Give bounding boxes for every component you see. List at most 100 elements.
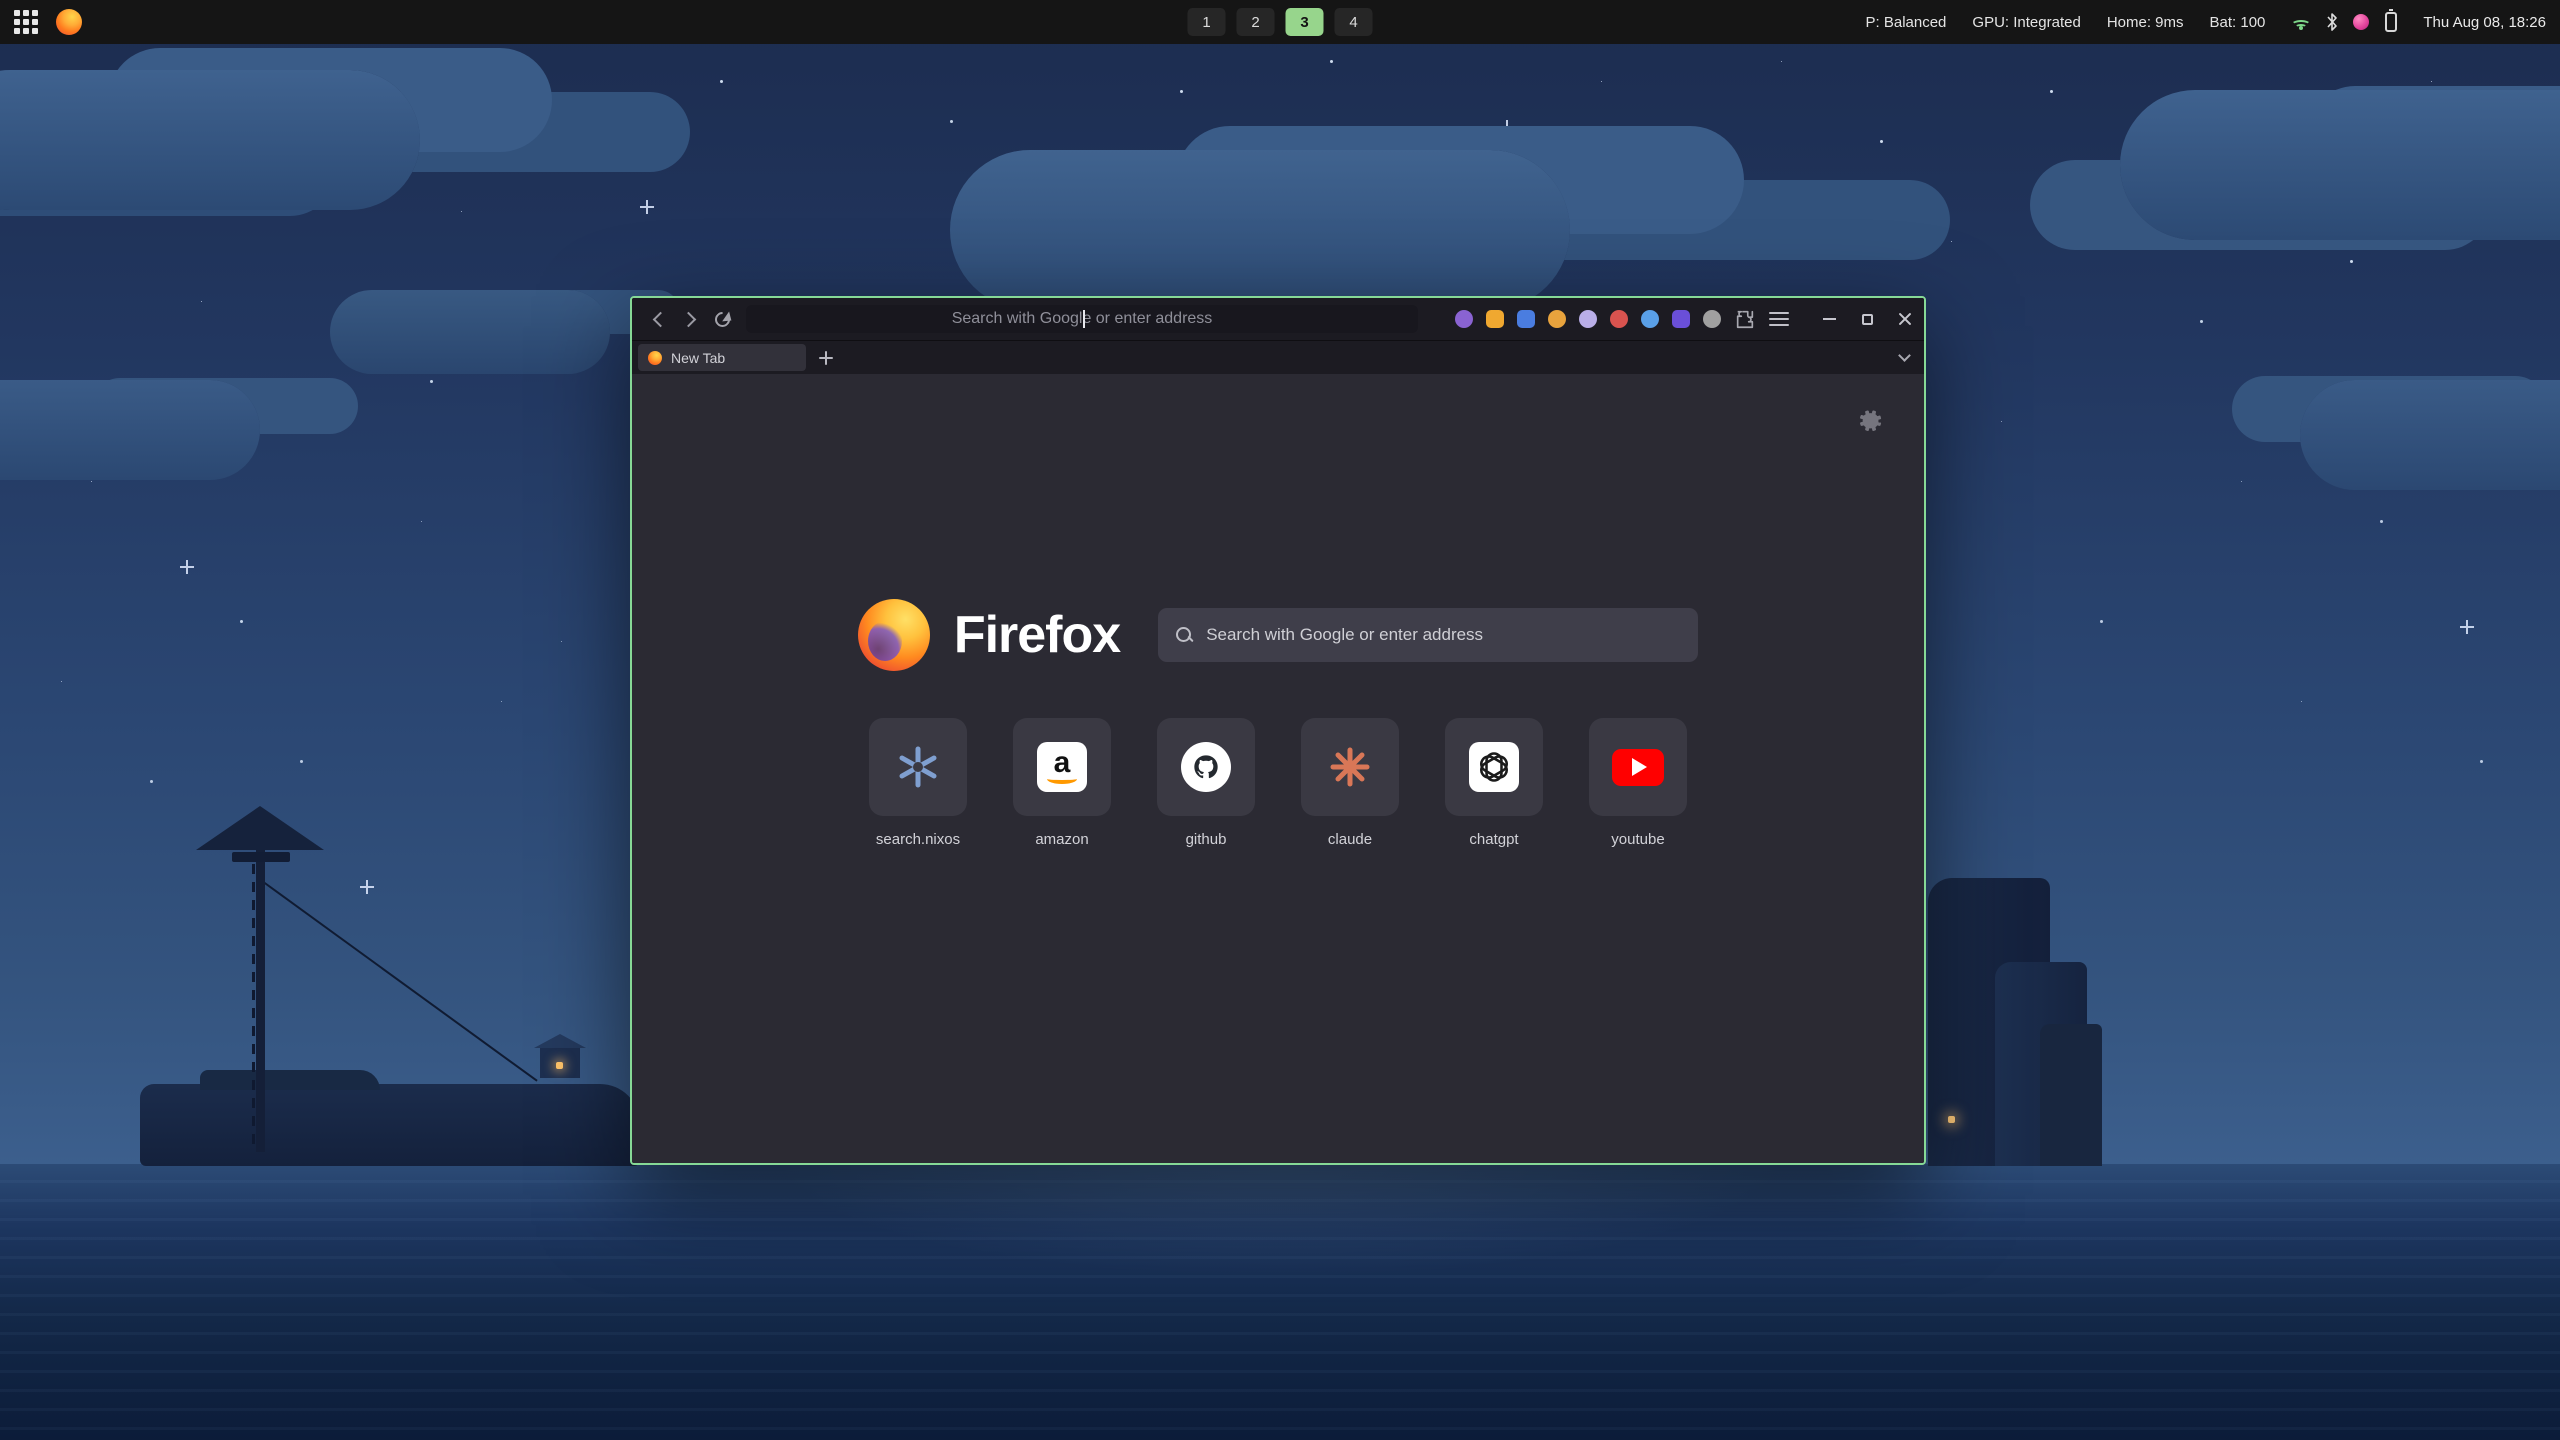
tile-label: search.nixos (876, 831, 960, 848)
play-icon (1632, 758, 1647, 776)
text-caret (1083, 310, 1085, 328)
tile-card[interactable] (1301, 718, 1399, 816)
forward-icon (680, 311, 696, 327)
shortcut-chatgpt[interactable]: chatgpt (1445, 718, 1543, 848)
forward-button[interactable] (674, 303, 706, 335)
tile-card[interactable] (1589, 718, 1687, 816)
statusbar-right: P: Balanced GPU: Integrated Home: 9ms Ba… (1866, 12, 2546, 32)
extension-icon-2[interactable] (1486, 310, 1504, 328)
gpu-module: GPU: Integrated (1972, 14, 2080, 31)
extension-icon-3[interactable] (1517, 310, 1535, 328)
tab-title: New Tab (671, 350, 725, 366)
firefox-favicon (648, 351, 662, 365)
search-placeholder: Search with Google or enter address (1206, 625, 1483, 645)
cloud (330, 290, 610, 374)
extension-icon-1[interactable] (1455, 310, 1473, 328)
youtube-icon (1612, 749, 1664, 786)
chatgpt-icon (1469, 742, 1519, 792)
battery-module: Bat: 100 (2210, 14, 2266, 31)
extension-icon-4[interactable] (1548, 310, 1566, 328)
watchtower-pole (256, 842, 265, 1152)
shortcut-amazon[interactable]: a amazon (1013, 718, 1111, 848)
tile-label: claude (1328, 831, 1372, 848)
network-icon[interactable] (2291, 14, 2311, 30)
clock: Thu Aug 08, 18:26 (2423, 14, 2546, 31)
nixos-snowflake-icon (895, 744, 941, 790)
workspace-4[interactable]: 4 (1335, 8, 1373, 36)
window-controls (1820, 310, 1914, 328)
amazon-letter: a (1054, 750, 1071, 776)
app-launcher-icon[interactable] (14, 10, 38, 34)
cloud (0, 70, 420, 210)
tile-card[interactable] (1445, 718, 1543, 816)
search-icon (1176, 627, 1192, 643)
rock-light (1948, 1116, 1955, 1123)
tile-card[interactable] (1157, 718, 1255, 816)
list-all-tabs-button[interactable] (1890, 344, 1918, 372)
tile-label: youtube (1611, 831, 1664, 848)
status-bar: 1 2 3 4 P: Balanced GPU: Integrated Home… (0, 0, 2560, 44)
tile-label: amazon (1035, 831, 1088, 848)
workspace-3-active[interactable]: 3 (1286, 8, 1324, 36)
navigation-toolbar: Search with Google or enter address (632, 298, 1924, 340)
reload-icon (711, 308, 732, 329)
power-profile-module: P: Balanced (1866, 14, 1947, 31)
cloud (2120, 90, 2560, 240)
firefox-logo (858, 599, 930, 671)
star-sparkle (1500, 120, 1514, 134)
urlbar-placeholder: Search with Google or enter address (952, 310, 1213, 328)
extension-icon-5[interactable] (1579, 310, 1597, 328)
shortcut-claude[interactable]: claude (1301, 718, 1399, 848)
shortcut-tiles: search.nixos a amazon (869, 718, 1687, 848)
amazon-icon: a (1037, 742, 1087, 792)
extension-icon-7[interactable] (1641, 310, 1659, 328)
back-button[interactable] (642, 303, 674, 335)
tile-label: github (1186, 831, 1227, 848)
tile-card[interactable]: a (1013, 718, 1111, 816)
workspace-switcher: 1 2 3 4 (1188, 0, 1373, 44)
extension-icon-6[interactable] (1610, 310, 1628, 328)
cloud (2300, 380, 2560, 490)
github-octocat-icon (1181, 742, 1231, 792)
tile-card[interactable] (869, 718, 967, 816)
battery-icon (2385, 12, 2397, 32)
back-icon (652, 311, 668, 327)
tile-label: chatgpt (1469, 831, 1518, 848)
extensions-puzzle-icon[interactable] (1734, 308, 1756, 330)
close-button[interactable] (1896, 310, 1914, 328)
shortcut-youtube[interactable]: youtube (1589, 718, 1687, 848)
tab-bar: New Tab (632, 340, 1924, 374)
workspace-2[interactable]: 2 (1237, 8, 1275, 36)
ping-module: Home: 9ms (2107, 14, 2184, 31)
cloud (0, 380, 260, 480)
cloud (950, 150, 1570, 310)
shortcut-search-nixos[interactable]: search.nixos (869, 718, 967, 848)
app-menu-icon[interactable] (1769, 312, 1789, 326)
reload-button[interactable] (706, 303, 738, 335)
new-tab-button[interactable] (812, 344, 840, 372)
newtab-hero: Firefox Search with Google or enter addr… (858, 599, 1698, 671)
star-sparkle (640, 200, 654, 214)
watchtower-ladder (252, 864, 255, 1144)
newtab-search-field[interactable]: Search with Google or enter address (1158, 608, 1698, 662)
url-bar[interactable]: Search with Google or enter address (746, 305, 1418, 333)
firefox-wordmark: Firefox (954, 605, 1120, 665)
bluetooth-icon[interactable] (2327, 13, 2337, 31)
extension-icon-8[interactable] (1672, 310, 1690, 328)
firefox-window: Search with Google or enter address (630, 296, 1926, 1165)
workspace-1[interactable]: 1 (1188, 8, 1226, 36)
firefox-taskbar-icon[interactable] (56, 9, 82, 35)
watchtower-deck (232, 852, 290, 862)
star-sparkle (180, 560, 194, 574)
hut-light (556, 1062, 563, 1069)
statusbar-icons (2291, 12, 2397, 32)
color-indicator-icon[interactable] (2353, 14, 2369, 30)
star-sparkle (2460, 620, 2474, 634)
amazon-smile-icon (1047, 774, 1077, 784)
extension-icon-9[interactable] (1703, 310, 1721, 328)
minimize-button[interactable] (1820, 310, 1838, 328)
shortcut-github[interactable]: github (1157, 718, 1255, 848)
maximize-button[interactable] (1858, 310, 1876, 328)
tab-new-tab[interactable]: New Tab (638, 344, 806, 371)
personalize-gear-icon[interactable] (1858, 408, 1884, 434)
